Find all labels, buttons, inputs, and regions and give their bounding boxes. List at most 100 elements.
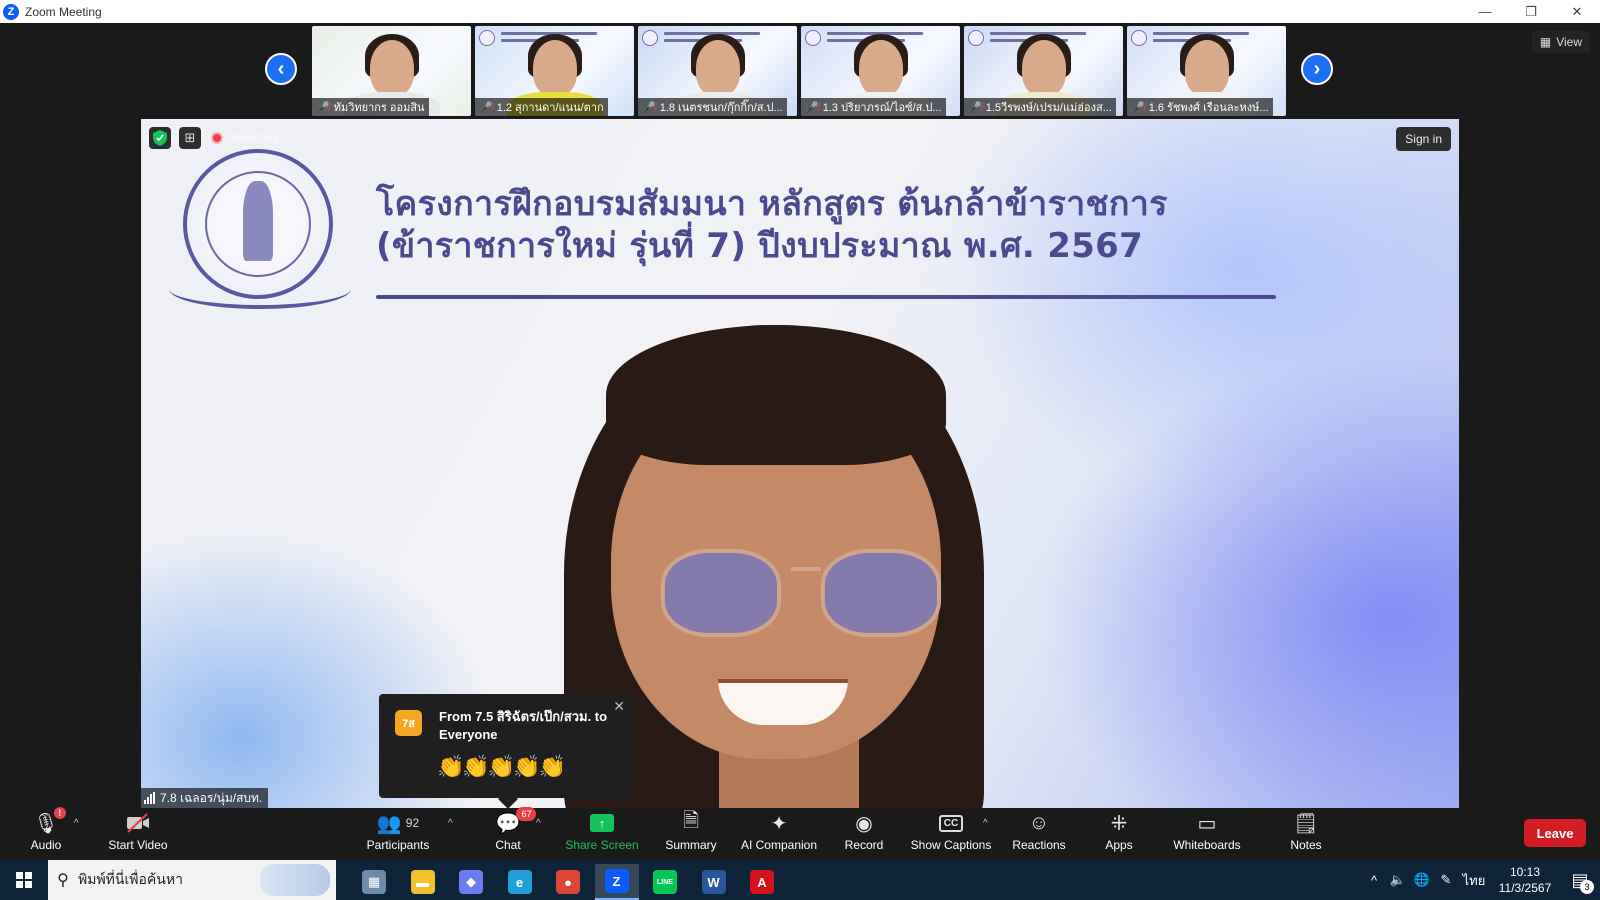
pen-icon[interactable]: ✎ (1434, 872, 1458, 888)
start-video-button[interactable]: Start Video (104, 810, 172, 858)
chat-icon: 💬 67 (496, 807, 537, 836)
volume-icon[interactable]: 🔈 (1386, 872, 1410, 888)
glasses-left-lens (661, 549, 781, 637)
recording-dot-icon (211, 132, 223, 144)
participant-name: ทัมวิทยากร ออมสิน (333, 102, 425, 114)
slide-title: โครงการฝึกอบรมสัมมนา หลักสูตร ต้นกล้าข้า… (376, 183, 1168, 267)
system-clock[interactable]: 10:13 11/3/2567 (1490, 864, 1560, 896)
participant-tile[interactable]: 🎤̸ 1.5วีรพงษ์/เปรม/แม่ฮ่องส... (964, 26, 1123, 116)
chat-message: 👏👏👏👏👏 (437, 754, 566, 779)
system-tray: ^ 🔈 🌐 ✎ ไทย 10:13 11/3/2567 ▤ 3 (1362, 860, 1600, 900)
notes-button[interactable]: 🗒 Notes (1288, 810, 1324, 858)
participant-name-tag: 🎤̸ 1.6 รัชพงศ์ เรือนละหงษ์... (1127, 98, 1273, 116)
sign-in-button[interactable]: Sign in (1396, 127, 1451, 151)
seal-icon (642, 30, 658, 46)
chat-button[interactable]: 💬 67 Chat (492, 807, 537, 858)
whiteboards-button[interactable]: ▭ Whiteboards (1172, 810, 1242, 858)
audio-alert-badge: ! (53, 807, 66, 819)
participant-tile[interactable]: 🎤̸ 1.2 สุกานดา/แนน/ตาก (475, 26, 634, 116)
apps-button[interactable]: ⁜ Apps (1104, 810, 1134, 858)
participant-tile[interactable]: 🎤̸ ทัมวิทยากร ออมสิน (312, 26, 471, 116)
app-acrobat-icon: A (750, 870, 774, 894)
captions-cc-icon: CC (938, 810, 964, 836)
participant-tile[interactable]: 🎤̸ 1.3 ปริยาภรณ์/ไอซ์/ส.ป... (801, 26, 960, 116)
participant-face (1184, 40, 1229, 96)
participants-button[interactable]: 👥 92 Participants (366, 810, 430, 858)
record-button[interactable]: ◉ Record (844, 810, 884, 858)
ai-sparkle-icon: ✦ (770, 812, 788, 835)
participants-icon: 👥 92 (376, 812, 420, 835)
reactions-button[interactable]: ☺ Reactions (1012, 810, 1066, 858)
seal-figure (243, 181, 273, 261)
network-globe-icon[interactable]: 🌐 (1410, 872, 1434, 888)
video-off-icon (125, 810, 151, 836)
chat-notification-close-icon[interactable]: ✕ (613, 698, 625, 715)
reactions-label: Reactions (1012, 838, 1066, 852)
meeting-info-icons: ⊞ Recording (149, 127, 278, 149)
search-icon: ⚲ (57, 872, 69, 889)
ai-companion-label: AI Companion (740, 838, 818, 852)
seal-icon (805, 30, 821, 46)
active-speaker-video[interactable]: โครงการฝึกอบรมสัมมนา หลักสูตร ต้นกล้าข้า… (141, 119, 1459, 808)
summary-icon: 🗎 (682, 810, 700, 832)
participant-name: 1.8 เนตรชนก/กุ๊กกิ๊ก/ส.ป... (659, 102, 783, 114)
ai-companion-button[interactable]: ✦ AI Companion (738, 810, 820, 858)
windows-logo-icon (16, 872, 32, 888)
participant-name: 1.5วีรพงษ์/เปรม/แม่ฮ่องส... (985, 102, 1112, 114)
window-title: Zoom Meeting (25, 4, 102, 19)
view-label: View (1556, 35, 1582, 49)
app-line-button[interactable]: LINE (643, 864, 687, 900)
chat-options-caret[interactable]: ^ (536, 818, 541, 829)
participant-name: 1.3 ปริยาภรณ์/ไอซ์/ส.ป... (822, 102, 942, 114)
start-button[interactable] (0, 860, 48, 900)
notification-center-button[interactable]: ▤ 3 (1560, 860, 1600, 900)
show-captions-button[interactable]: CC Show Captions (910, 810, 992, 858)
participant-tile[interactable]: 🎤̸ 1.8 เนตรชนก/กุ๊กกิ๊ก/ส.ป... (638, 26, 797, 116)
audio-options-caret[interactable]: ^ (74, 818, 79, 829)
participant-face (369, 40, 414, 96)
app-acrobat-button[interactable]: A (740, 864, 784, 900)
minimize-button[interactable]: — (1462, 0, 1508, 23)
participants-options-caret[interactable]: ^ (448, 818, 453, 829)
leave-button[interactable]: Leave (1524, 819, 1586, 847)
speaker-name-label: 7.8 เฉลอร/นุ่ม/สบท. (160, 790, 263, 805)
participant-tile[interactable]: 🎤̸ 1.6 รัชพงศ์ เรือนละหงษ์... (1127, 26, 1286, 116)
app-word-icon: W (701, 870, 726, 894)
app-line-icon: LINE (653, 870, 677, 894)
meeting-stage: ‹ 🎤̸ ทัมวิทยากร ออมสิน 🎤̸ 1.2 สุกานดา/แนน/… (0, 23, 1600, 808)
chat-label: Chat (495, 838, 521, 852)
participant-face (1021, 40, 1066, 96)
gallery-prev-button[interactable]: ‹ (265, 53, 297, 85)
apps-icon: ⁜ (1110, 812, 1128, 835)
summary-button[interactable]: 🗎 Summary (664, 810, 718, 858)
participant-name: 1.2 สุกานดา/แนน/ตาก (496, 102, 604, 114)
chat-sender-line: From 7.5 สิริฉัตร/เป๊ก/สวม. to Everyone (439, 709, 608, 742)
glasses-right-lens (821, 549, 941, 637)
view-button[interactable]: ▦ View (1531, 31, 1590, 53)
app-file-explorer-button[interactable]: ▬ (401, 864, 445, 900)
app-photos-button[interactable]: ▦ (352, 864, 396, 900)
share-screen-button[interactable]: ↑ Share Screen (565, 810, 639, 858)
gallery-next-button[interactable]: › (1301, 53, 1333, 85)
seal-ribbon (169, 269, 351, 309)
app-chrome-button[interactable]: ● (546, 864, 590, 900)
windows-taskbar: ⚲ พิมพ์ที่นี่เพื่อค้นหา ▦ ▬ ◆ e ● Z LINE W A ^ 🔈… (0, 860, 1600, 900)
participant-strip: 🎤̸ ทัมวิทยากร ออมสิน 🎤̸ 1.2 สุกานดา/แนน/ตา… (312, 26, 1286, 116)
recording-indicator[interactable]: Recording (211, 132, 278, 144)
clock-date: 11/3/2567 (1498, 881, 1552, 895)
chat-notification[interactable]: 7ส From 7.5 สิริฉัตร/เป๊ก/สวม. to Everyo… (379, 694, 633, 808)
restore-button[interactable]: ❐ (1508, 0, 1554, 23)
gallery-grid-icon[interactable]: ⊞ (179, 127, 201, 149)
audio-button[interactable]: 🎙! Audio (28, 807, 66, 858)
tray-overflow-chevron-icon[interactable]: ^ (1362, 873, 1386, 888)
input-language-indicator[interactable]: ไทย (1458, 870, 1490, 891)
app-edge-button[interactable]: e (498, 864, 542, 900)
app-word-button[interactable]: W (692, 864, 736, 900)
muted-mic-icon: 🎤̸ (642, 101, 656, 114)
app-copilot-button[interactable]: ◆ (449, 864, 493, 900)
security-shield-icon[interactable] (149, 127, 171, 149)
close-window-button[interactable]: ✕ (1554, 0, 1600, 23)
app-zoom-button[interactable]: Z (594, 864, 639, 900)
taskbar-search-box[interactable]: ⚲ พิมพ์ที่นี่เพื่อค้นหา (48, 860, 336, 900)
captions-options-caret[interactable]: ^ (983, 818, 988, 829)
